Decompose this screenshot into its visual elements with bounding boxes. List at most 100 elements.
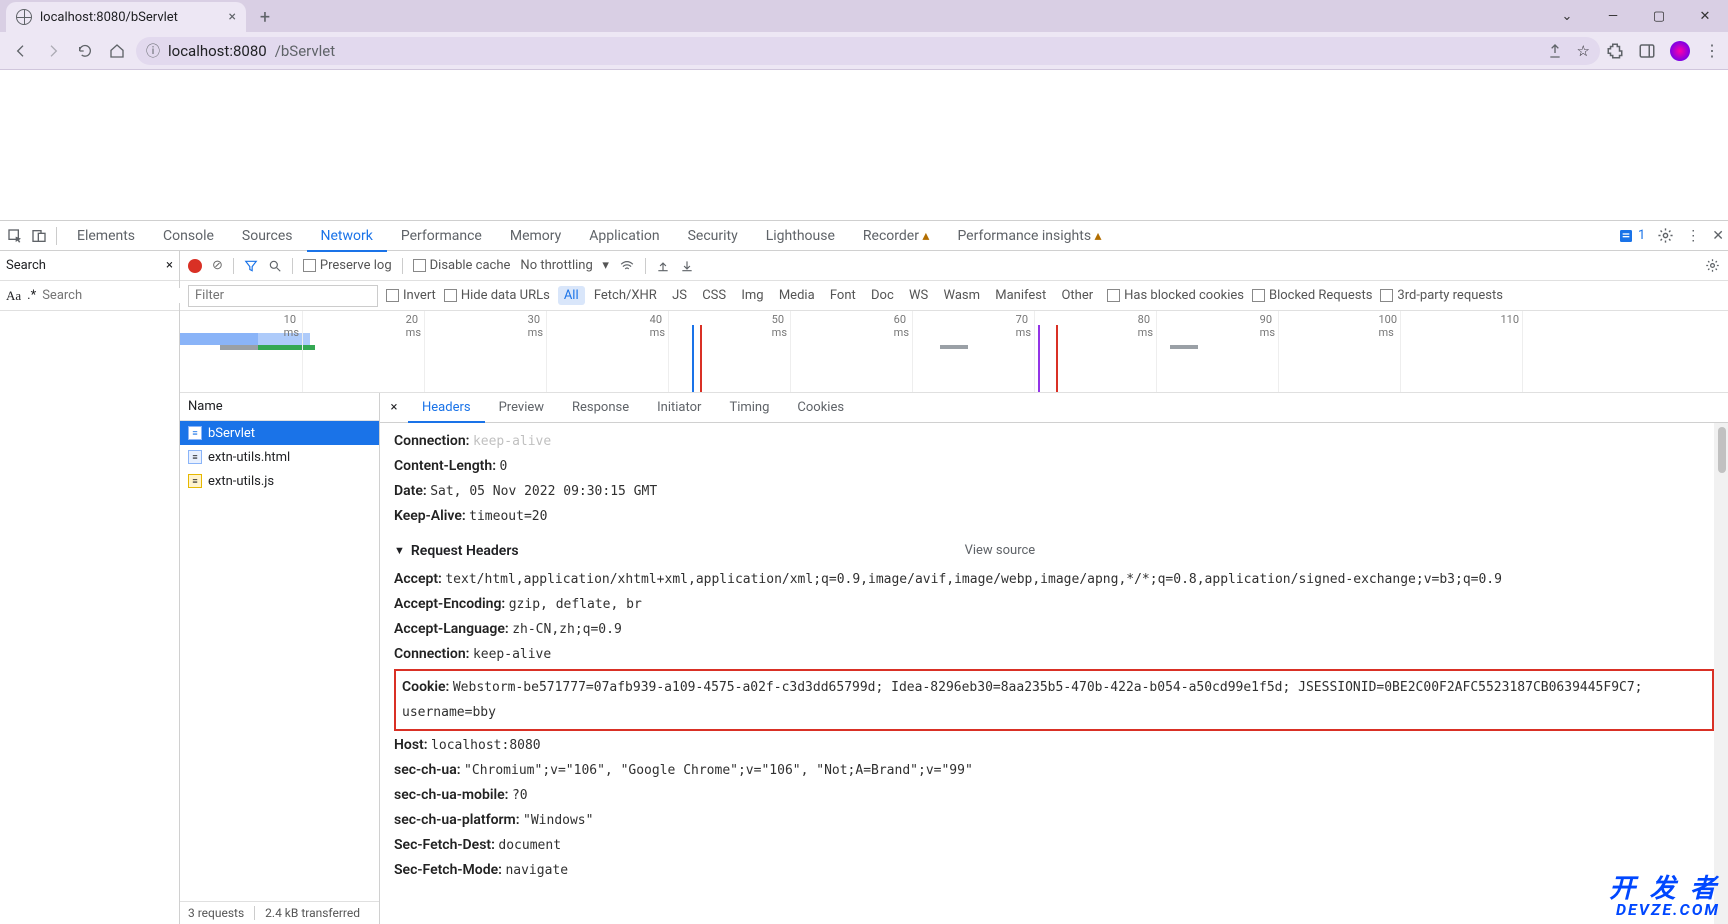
new-tab-button[interactable]: + [252, 4, 278, 30]
devtools-more-icon[interactable]: ⋮ [1686, 228, 1700, 244]
devtools-tab-elements[interactable]: Elements [63, 222, 149, 250]
devtools-tab-network[interactable]: Network [307, 222, 387, 252]
request-headers-section[interactable]: ▼Request HeadersView source [394, 539, 1714, 563]
timeline-tick: 10 ms [302, 311, 303, 392]
devtools-tab-application[interactable]: Application [575, 222, 673, 250]
throttling-select[interactable]: No throttling ▾ [520, 258, 609, 273]
detail-tab-preview[interactable]: Preview [485, 394, 558, 421]
network-settings-icon[interactable] [1705, 258, 1720, 273]
filter-type-img[interactable]: Img [735, 286, 769, 305]
header-row: Cookie: Webstorm-be571777=07afb939-a109-… [394, 669, 1714, 731]
headers-view[interactable]: Connection: keep-aliveContent-Length: 0D… [380, 423, 1728, 924]
hide-data-urls-checkbox[interactable]: Hide data URLs [444, 288, 550, 303]
blocked-cookies-checkbox[interactable]: Has blocked cookies [1107, 288, 1244, 303]
timeline-tick: 30 ms [546, 311, 547, 392]
regex-toggle[interactable]: .* [27, 288, 36, 303]
timeline-tick: 40 ms [668, 311, 669, 392]
search-network-icon[interactable] [268, 259, 282, 273]
detail-tab-response[interactable]: Response [558, 394, 643, 421]
disable-cache-checkbox[interactable]: Disable cache [413, 258, 511, 273]
window-minimize-button[interactable]: — [1590, 0, 1636, 32]
network-toolbar: ⊘ Preserve log Disable cache No throttli… [180, 251, 1728, 281]
url-host: localhost:8080 [168, 42, 267, 60]
address-bar[interactable]: ⓘ localhost:8080/bServlet ☆ [136, 37, 1600, 65]
devtools-tab-performance-insights[interactable]: Performance insights [943, 222, 1115, 250]
devtools-tab-console[interactable]: Console [149, 222, 228, 250]
invert-checkbox[interactable]: Invert [386, 288, 436, 303]
issues-badge[interactable]: 1 [1618, 228, 1645, 244]
filter-type-wasm[interactable]: Wasm [938, 286, 987, 305]
third-party-checkbox[interactable]: 3rd-party requests [1380, 288, 1503, 303]
timeline-bar [220, 345, 315, 350]
scrollbar-thumb[interactable] [1718, 427, 1726, 473]
close-tab-icon[interactable]: × [229, 9, 236, 25]
home-button[interactable] [104, 38, 130, 64]
request-row[interactable]: ≡extn-utils.html [180, 445, 379, 469]
filter-type-media[interactable]: Media [773, 286, 821, 305]
request-list: Name ≡bServlet≡extn-utils.html≡extn-util… [180, 393, 380, 924]
filter-funnel-icon[interactable] [244, 259, 258, 273]
search-title: Search [6, 258, 160, 273]
devtools-tab-recorder[interactable]: Recorder [849, 222, 944, 250]
clear-network-icon[interactable]: ⊘ [212, 258, 223, 273]
close-detail-icon[interactable]: × [380, 400, 408, 415]
window-maximize-button[interactable]: ▢ [1636, 0, 1682, 32]
filter-input[interactable] [188, 285, 378, 307]
kebab-menu-icon[interactable]: ⋮ [1704, 41, 1720, 60]
profile-avatar[interactable] [1670, 41, 1690, 61]
devtools-tabs: ElementsConsoleSourcesNetworkPerformance… [0, 221, 1728, 251]
detail-tab-headers[interactable]: Headers [408, 394, 485, 423]
window-close-button[interactable]: ✕ [1682, 0, 1728, 32]
devtools-tab-memory[interactable]: Memory [496, 222, 575, 250]
request-row[interactable]: ≡bServlet [180, 421, 379, 445]
filter-type-other[interactable]: Other [1055, 286, 1099, 305]
filter-type-all[interactable]: All [558, 286, 585, 305]
request-row[interactable]: ≡extn-utils.js [180, 469, 379, 493]
network-timeline[interactable]: 10 ms20 ms30 ms40 ms50 ms60 ms70 ms80 ms… [180, 311, 1728, 393]
share-icon[interactable] [1547, 43, 1563, 59]
filter-type-js[interactable]: JS [666, 286, 693, 305]
filter-type-font[interactable]: Font [824, 286, 862, 305]
detail-tabs: × HeadersPreviewResponseInitiatorTimingC… [380, 393, 1728, 423]
detail-tab-initiator[interactable]: Initiator [643, 394, 715, 421]
filter-type-doc[interactable]: Doc [865, 286, 900, 305]
import-har-icon[interactable] [656, 259, 670, 273]
header-row: Accept-Language: zh-CN,zh;q=0.9 [394, 617, 1714, 642]
blocked-requests-checkbox[interactable]: Blocked Requests [1252, 288, 1372, 303]
devtools-tab-performance[interactable]: Performance [387, 222, 496, 250]
view-source-link[interactable]: View source [965, 539, 1036, 563]
inspect-element-icon[interactable] [4, 225, 26, 247]
back-button[interactable] [8, 38, 34, 64]
match-case-toggle[interactable]: Aa [6, 288, 21, 304]
filter-type-ws[interactable]: WS [903, 286, 934, 305]
detail-tab-timing[interactable]: Timing [715, 394, 783, 421]
filter-type-css[interactable]: CSS [696, 286, 732, 305]
devtools-tab-lighthouse[interactable]: Lighthouse [752, 222, 849, 250]
filter-type-fetchxhr[interactable]: Fetch/XHR [588, 286, 663, 305]
window-tabsearch-button[interactable]: ⌄ [1544, 0, 1590, 32]
scrollbar[interactable] [1714, 423, 1728, 924]
browser-tab[interactable]: localhost:8080/bServlet × [6, 2, 246, 32]
devtools-close-icon[interactable]: ✕ [1712, 228, 1724, 244]
request-name: bServlet [208, 426, 255, 441]
record-button[interactable] [188, 259, 202, 273]
sidepanel-icon[interactable] [1638, 42, 1656, 60]
transfer-size: 2.4 kB transferred [265, 906, 360, 920]
forward-button[interactable] [40, 38, 66, 64]
filter-type-manifest[interactable]: Manifest [989, 286, 1052, 305]
devtools-settings-icon[interactable] [1657, 227, 1674, 244]
devtools-tab-security[interactable]: Security [674, 222, 752, 250]
tab-title: localhost:8080/bServlet [40, 10, 221, 25]
export-har-icon[interactable] [680, 259, 694, 273]
network-conditions-icon[interactable] [619, 259, 635, 273]
devtools-tab-sources[interactable]: Sources [228, 222, 307, 250]
header-row: Connection: keep-alive [394, 429, 1714, 454]
bookmark-star-icon[interactable]: ☆ [1577, 42, 1590, 60]
detail-tab-cookies[interactable]: Cookies [783, 394, 858, 421]
close-search-icon[interactable]: × [166, 258, 173, 273]
reload-button[interactable] [72, 38, 98, 64]
site-info-icon[interactable]: ⓘ [146, 41, 160, 61]
device-toggle-icon[interactable] [28, 225, 50, 247]
preserve-log-checkbox[interactable]: Preserve log [303, 258, 392, 273]
extensions-icon[interactable] [1606, 42, 1624, 60]
